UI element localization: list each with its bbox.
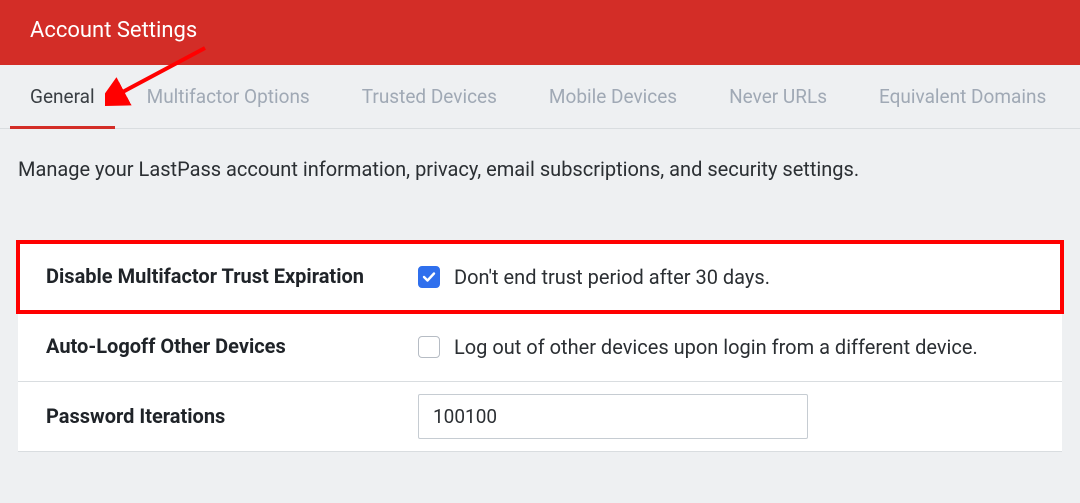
setting-row-disable-multifactor-trust: Disable Multifactor Trust Expiration Don… (18, 242, 1062, 312)
tab-label: Multifactor Options (147, 85, 310, 108)
tab-label: Mobile Devices (549, 85, 677, 108)
tab-never-urls[interactable]: Never URLs (719, 65, 837, 128)
setting-label: Disable Multifactor Trust Expiration (18, 259, 418, 294)
tab-label: Trusted Devices (362, 85, 497, 108)
setting-label: Password Iterations (18, 399, 418, 434)
page-header: Account Settings (0, 0, 1080, 65)
page-title: Account Settings (30, 18, 197, 43)
password-iterations-input[interactable] (418, 394, 808, 439)
tab-general[interactable]: General (20, 65, 105, 128)
tab-label: Never URLs (729, 85, 827, 108)
auto-logoff-checkbox[interactable] (418, 336, 440, 358)
setting-row-password-iterations: Password Iterations (18, 382, 1062, 452)
tab-description: Manage your LastPass account information… (0, 129, 1080, 241)
tab-bar: General Multifactor Options Trusted Devi… (0, 65, 1080, 129)
checkbox-label: Log out of other devices upon login from… (454, 335, 978, 359)
tab-label: Equivalent Domains (879, 85, 1046, 108)
checkbox-label: Don't end trust period after 30 days. (454, 265, 770, 289)
setting-control: Don't end trust period after 30 days. (418, 265, 1062, 289)
tab-multifactor-options[interactable]: Multifactor Options (137, 65, 320, 128)
settings-table: Disable Multifactor Trust Expiration Don… (18, 241, 1062, 452)
setting-control: Log out of other devices upon login from… (418, 335, 1062, 359)
setting-label: Auto-Logoff Other Devices (18, 329, 418, 364)
setting-control (418, 394, 1062, 439)
tab-mobile-devices[interactable]: Mobile Devices (539, 65, 687, 128)
check-icon (422, 270, 436, 284)
disable-multifactor-trust-checkbox[interactable] (418, 266, 440, 288)
tab-equivalent-domains[interactable]: Equivalent Domains (869, 65, 1056, 128)
tab-trusted-devices[interactable]: Trusted Devices (352, 65, 507, 128)
tab-label: General (30, 85, 95, 108)
setting-row-auto-logoff: Auto-Logoff Other Devices Log out of oth… (18, 312, 1062, 382)
